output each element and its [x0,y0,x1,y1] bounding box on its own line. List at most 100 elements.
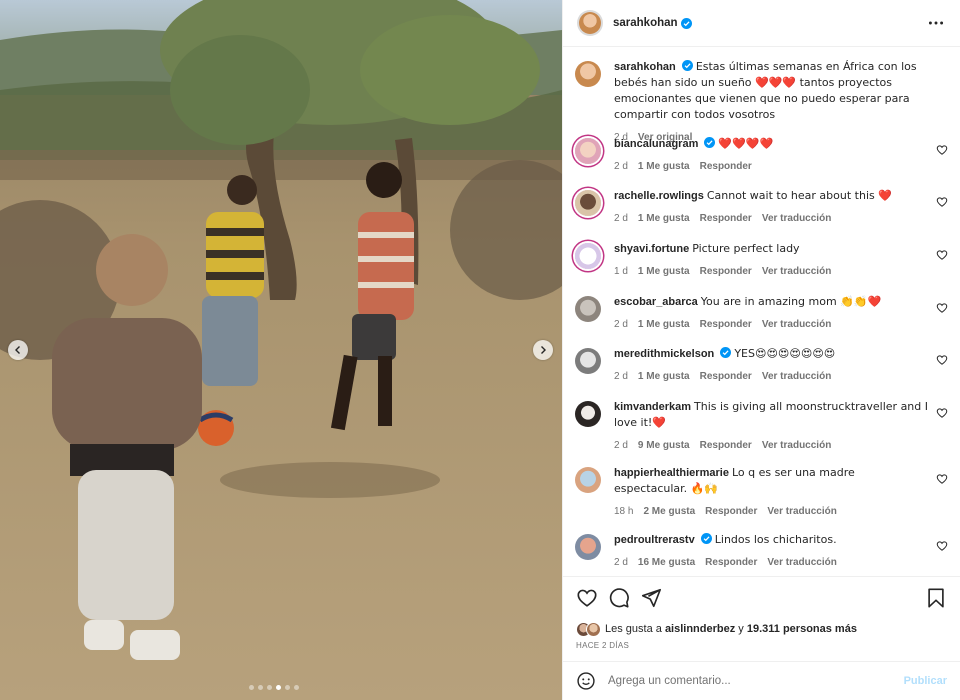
carousel-dot [249,685,254,690]
comment-text: You are in amazing mom 👏👏❤️ [700,295,882,308]
post-details-panel: sarahkohan sarahkohan Estas últimas sema… [562,0,960,700]
comment-row: escobar_abarca You are in amazing mom 👏👏❤… [575,294,950,332]
comment-likes[interactable]: 1 Me gusta [638,264,690,279]
comment-likes[interactable]: 1 Me gusta [638,369,690,384]
reply-button[interactable]: Responder [705,504,757,519]
liker-avatar [586,621,601,637]
see-translation-link[interactable]: Ver traducción [762,438,831,453]
next-photo-button[interactable] [533,340,553,360]
comment-likes[interactable]: 1 Me gusta [638,211,690,226]
comment-icon[interactable] [608,587,630,609]
carousel-dot [285,685,290,690]
author-avatar[interactable] [577,10,603,36]
see-translation-link[interactable]: Ver traducción [767,555,836,570]
commenter-username[interactable]: biancalunagram [614,138,698,150]
commenter-username[interactable]: happierhealthiermarie [614,467,729,479]
heart-outline-icon[interactable] [936,540,948,552]
commenter-avatar[interactable] [575,401,601,427]
comment-text: YES😍😍😍😍😍😍😍 [734,347,836,360]
see-translation-link[interactable]: Ver traducción [762,264,831,279]
carousel-dot [267,685,272,690]
verified-badge-icon [681,60,693,71]
comment-time: 2 d [614,319,628,330]
see-translation-link[interactable]: Ver traducción [762,211,831,226]
photo-scene [0,0,562,700]
heart-outline-icon[interactable] [936,473,948,485]
post-header: sarahkohan [563,0,960,47]
caption-username[interactable]: sarahkohan [614,61,676,73]
commenter-username[interactable]: shyavi.fortune [614,243,689,255]
heart-outline-icon[interactable] [936,144,948,156]
likes-summary[interactable]: Les gusta a aislinnderbez y 19.311 perso… [576,620,950,638]
heart-outline-icon[interactable] [936,407,948,419]
likes-prefix: Les gusta a [605,623,662,635]
commenter-username[interactable]: escobar_abarca [614,296,698,308]
post-photo[interactable] [0,0,562,700]
commenter-avatar[interactable] [575,296,601,322]
comment-input[interactable] [608,675,898,687]
comment-row: rachelle.rowlings Cannot wait to hear abo… [575,188,950,226]
comment-likes[interactable]: 2 Me gusta [643,504,695,519]
likes-first-user[interactable]: aislinnderbez [665,623,735,635]
carousel-dot [294,685,299,690]
comment-likes[interactable]: 16 Me gusta [638,555,695,570]
carousel-dot [276,685,281,690]
author-avatar[interactable] [575,61,601,87]
comments-list[interactable]: sarahkohan Estas últimas semanas en Áfri… [563,48,960,575]
commenter-avatar[interactable] [575,467,601,493]
commenter-avatar[interactable] [575,138,601,164]
commenter-username[interactable]: kimvanderkam [614,401,691,413]
previous-photo-button[interactable] [8,340,28,360]
author-username[interactable]: sarahkohan [613,17,678,29]
see-translation-link[interactable]: Ver traducción [762,317,831,332]
see-translation-link[interactable]: Ver traducción [762,369,831,384]
caption: sarahkohan Estas últimas semanas en Áfri… [575,59,950,145]
comment-row: pedroultrerastv Lindos los chicharitos. 2… [575,532,950,570]
comment-time: 2 d [614,371,628,382]
comment-row: kimvanderkam This is giving all moonstruc… [575,399,950,453]
post-actions [563,576,960,620]
commenter-avatar[interactable] [575,348,601,374]
comment-likes[interactable]: 1 Me gusta [638,317,690,332]
comment-row: happierhealthiermarie Lo q es ser una mad… [575,465,950,519]
commenter-avatar[interactable] [575,534,601,560]
carousel-indicator [249,685,299,690]
chevron-left-icon [15,346,20,354]
commenter-username[interactable]: pedroultrerastv [614,534,695,546]
comment-time: 1 d [614,266,628,277]
commenter-username[interactable]: rachelle.rowlings [614,190,704,202]
reply-button[interactable]: Responder [700,211,752,226]
share-icon[interactable] [640,587,662,609]
publish-button[interactable]: Publicar [904,675,947,687]
heart-outline-icon[interactable] [936,196,948,208]
bookmark-icon[interactable] [925,587,947,609]
comment-text: Picture perfect lady [692,242,800,255]
post-date: HACE 2 DÍAS [576,641,630,650]
commenter-avatar[interactable] [575,243,601,269]
comment-likes[interactable]: 9 Me gusta [638,438,690,453]
reply-button[interactable]: Responder [700,159,752,174]
reply-button[interactable]: Responder [700,264,752,279]
commenter-avatar[interactable] [575,190,601,216]
carousel-dot [258,685,263,690]
commenter-username[interactable]: meredithmickelson [614,348,714,360]
heart-outline-icon[interactable] [936,302,948,314]
add-comment-bar: Publicar [563,661,960,700]
verified-badge-icon [720,347,732,358]
likes-others[interactable]: 19.311 personas más [747,623,857,635]
comment-time: 2 d [614,557,628,568]
likers-avatars [576,621,601,637]
reply-button[interactable]: Responder [705,555,757,570]
comment-likes[interactable]: 1 Me gusta [638,159,690,174]
heart-icon[interactable] [576,587,598,609]
reply-button[interactable]: Responder [700,438,752,453]
heart-outline-icon[interactable] [936,249,948,261]
heart-outline-icon[interactable] [936,354,948,366]
likes-connector: y [738,623,744,635]
reply-button[interactable]: Responder [700,369,752,384]
comment-row: meredithmickelson YES😍😍😍😍😍😍😍 2 d 1 Me gust… [575,346,950,384]
emoji-icon[interactable] [576,671,596,691]
reply-button[interactable]: Responder [700,317,752,332]
more-options-button[interactable] [926,13,946,33]
see-translation-link[interactable]: Ver traducción [767,504,836,519]
